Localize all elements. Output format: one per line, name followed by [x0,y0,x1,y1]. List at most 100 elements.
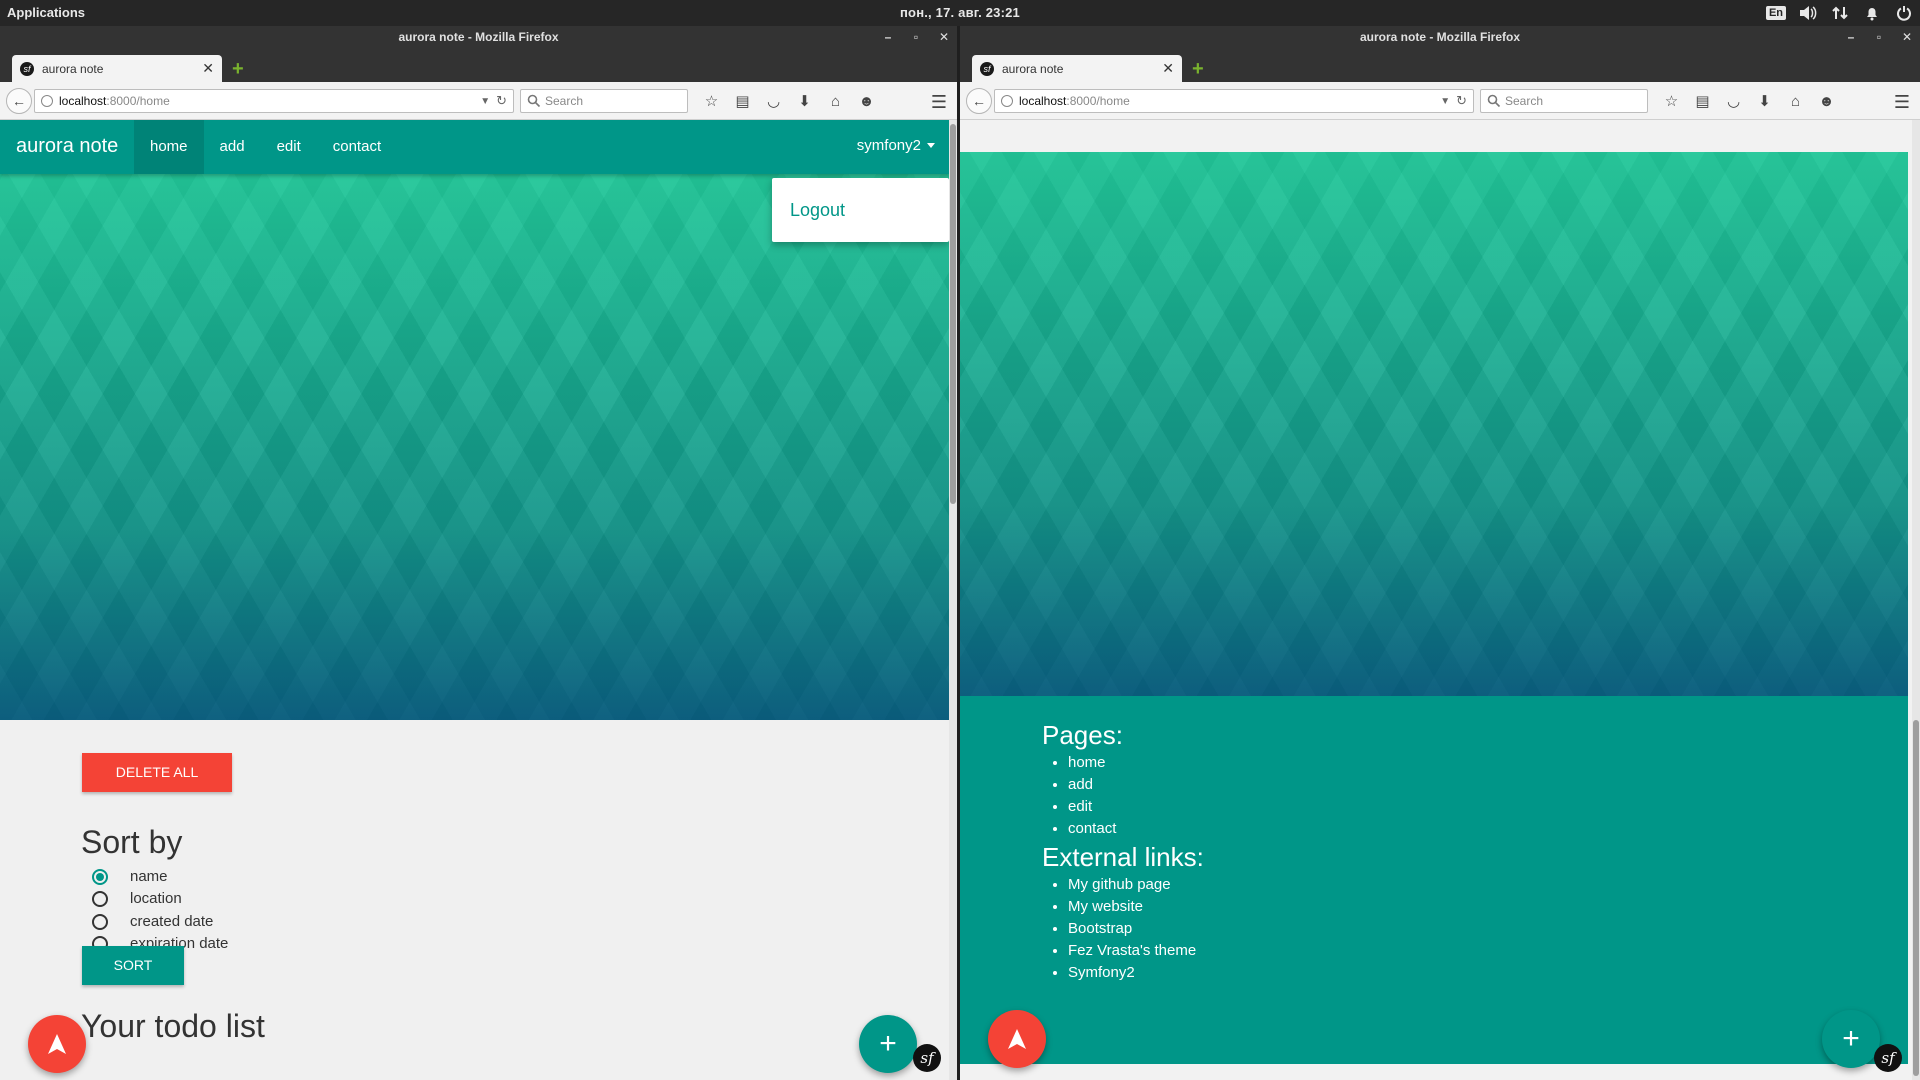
close-window-button[interactable]: ✕ [937,26,951,48]
search-input[interactable]: Search [520,89,688,113]
maximize-button[interactable]: ▫ [1872,26,1886,48]
footer-link-edit[interactable]: edit [1068,796,1116,818]
nav-item-edit[interactable]: edit [261,120,317,174]
browser-tab[interactable]: sf aurora note ✕ [972,55,1182,82]
sort-option-label: location [130,890,182,907]
radio-unchecked-icon[interactable] [92,913,108,930]
footer-link-symfony2[interactable]: Symfony2 [1068,962,1196,984]
page-scrollbar[interactable] [949,120,957,1080]
footer-link-fez-theme[interactable]: Fez Vrasta's theme [1068,940,1196,962]
notification-bell-icon[interactable] [1862,3,1882,23]
sort-option-name[interactable]: name [92,868,168,885]
clock[interactable]: пон., 17. авг. 23:21 [900,5,1020,20]
brand-logo[interactable]: aurora note [16,135,118,158]
keyboard-layout-icon[interactable]: En [1765,3,1787,23]
footer-link-add[interactable]: add [1068,774,1116,796]
tab-close-icon[interactable]: ✕ [1162,60,1174,77]
symfony-badge-label: sf [920,1049,934,1067]
bookmark-star-icon[interactable]: ☆ [1656,91,1687,111]
scroll-top-button[interactable] [988,1010,1046,1068]
home-icon[interactable]: ⌂ [1780,91,1811,111]
nav-item-home[interactable]: home [134,120,204,174]
site-info-icon[interactable] [1001,95,1013,107]
footer-link-contact[interactable]: contact [1068,818,1116,840]
toolbar-icons: ☆ ▤ ◡ ⬇ ⌂ ☻ [1656,91,1842,111]
external-links-list: My github page My website Bootstrap Fez … [1068,874,1196,984]
window-titlebar[interactable]: aurora note - Mozilla Firefox – ▫ ✕ [960,26,1920,48]
window-controls: – ▫ ✕ [1844,26,1914,48]
bookmarks-list-icon[interactable]: ▤ [727,91,758,111]
scrollbar-thumb[interactable] [950,124,956,504]
page-viewport: Pages: home add edit contact External li… [960,120,1920,1080]
footer-link-website[interactable]: My website [1068,896,1196,918]
reload-icon[interactable]: ↻ [496,93,507,109]
hamburger-menu-icon[interactable]: ☰ [1894,92,1910,113]
new-tab-icon[interactable]: + [1192,58,1204,81]
symfony-toolbar-icon[interactable]: sf [913,1044,941,1072]
chat-icon[interactable]: ☻ [851,91,882,111]
user-menu[interactable]: symfony2 [857,137,935,154]
bookmark-star-icon[interactable]: ☆ [696,91,727,111]
minimize-button[interactable]: – [881,26,895,48]
back-arrow-icon[interactable]: ← [966,88,992,114]
close-window-button[interactable]: ✕ [1900,26,1914,48]
footer-link-home[interactable]: home [1068,752,1116,774]
applications-menu[interactable]: Applications [7,5,85,20]
system-panel: Applications пон., 17. авг. 23:21 En [0,0,1920,26]
site-info-icon[interactable] [41,95,53,107]
browser-window-right: aurora note - Mozilla Firefox – ▫ ✕ sf a… [960,26,1920,1080]
add-note-fab[interactable]: + [859,1015,917,1073]
network-icon[interactable] [1830,3,1850,23]
search-input[interactable]: Search [1480,89,1648,113]
pocket-icon[interactable]: ◡ [1718,91,1749,111]
footer-link-github[interactable]: My github page [1068,874,1196,896]
scrollbar-thumb[interactable] [1913,720,1919,1076]
logout-link[interactable]: Logout [790,200,845,221]
maximize-button[interactable]: ▫ [909,26,923,48]
add-note-fab[interactable]: + [1822,1010,1880,1068]
home-icon[interactable]: ⌂ [820,91,851,111]
window-title: aurora note - Mozilla Firefox [398,30,559,44]
page-footer: Pages: home add edit contact External li… [960,696,1908,1064]
back-arrow-icon[interactable]: ← [6,88,32,114]
sort-option-created-date[interactable]: created date [92,913,213,930]
hero-background [960,152,1908,696]
navigation-arrow-icon [1008,1029,1026,1049]
url-dropdown-icon[interactable]: ▼ [480,96,490,107]
url-bar[interactable]: localhost:8000/home ▼ ↻ [34,89,514,113]
browser-tab[interactable]: sf aurora note ✕ [12,55,222,82]
footer-link-bootstrap[interactable]: Bootstrap [1068,918,1196,940]
downloads-icon[interactable]: ⬇ [1749,91,1780,111]
page-scrollbar[interactable] [1912,120,1920,1080]
toolbar-icons: ☆ ▤ ◡ ⬇ ⌂ ☻ [696,91,882,111]
hamburger-menu-icon[interactable]: ☰ [931,92,947,113]
sort-button[interactable]: SORT [82,946,184,985]
power-icon[interactable] [1894,3,1914,23]
nav-item-add[interactable]: add [204,120,261,174]
sort-option-location[interactable]: location [92,890,182,907]
scroll-top-button[interactable] [28,1015,86,1073]
symfony-toolbar-icon[interactable]: sf [1874,1044,1902,1072]
symfony-badge-label: sf [1881,1049,1895,1067]
window-titlebar[interactable]: aurora note - Mozilla Firefox – ▫ ✕ [0,26,957,48]
page-body: DELETE ALL Sort by name location created… [0,720,949,1080]
hero-background [0,174,949,720]
volume-icon[interactable] [1798,3,1818,23]
downloads-icon[interactable]: ⬇ [789,91,820,111]
new-tab-icon[interactable]: + [232,58,244,81]
nav-item-contact[interactable]: contact [317,120,397,174]
url-dropdown-icon[interactable]: ▼ [1440,96,1450,107]
minimize-button[interactable]: – [1844,26,1858,48]
reload-icon[interactable]: ↻ [1456,93,1467,109]
url-bar[interactable]: localhost:8000/home ▼ ↻ [994,89,1474,113]
radio-checked-icon[interactable] [92,868,108,885]
navigation-arrow-icon [48,1034,66,1054]
pocket-icon[interactable]: ◡ [758,91,789,111]
page-bottom-strip [960,1064,1908,1080]
sort-option-label: created date [130,913,214,930]
tab-close-icon[interactable]: ✕ [202,60,214,77]
chat-icon[interactable]: ☻ [1811,91,1842,111]
bookmarks-list-icon[interactable]: ▤ [1687,91,1718,111]
radio-unchecked-icon[interactable] [92,890,108,907]
delete-all-button[interactable]: DELETE ALL [82,753,232,792]
